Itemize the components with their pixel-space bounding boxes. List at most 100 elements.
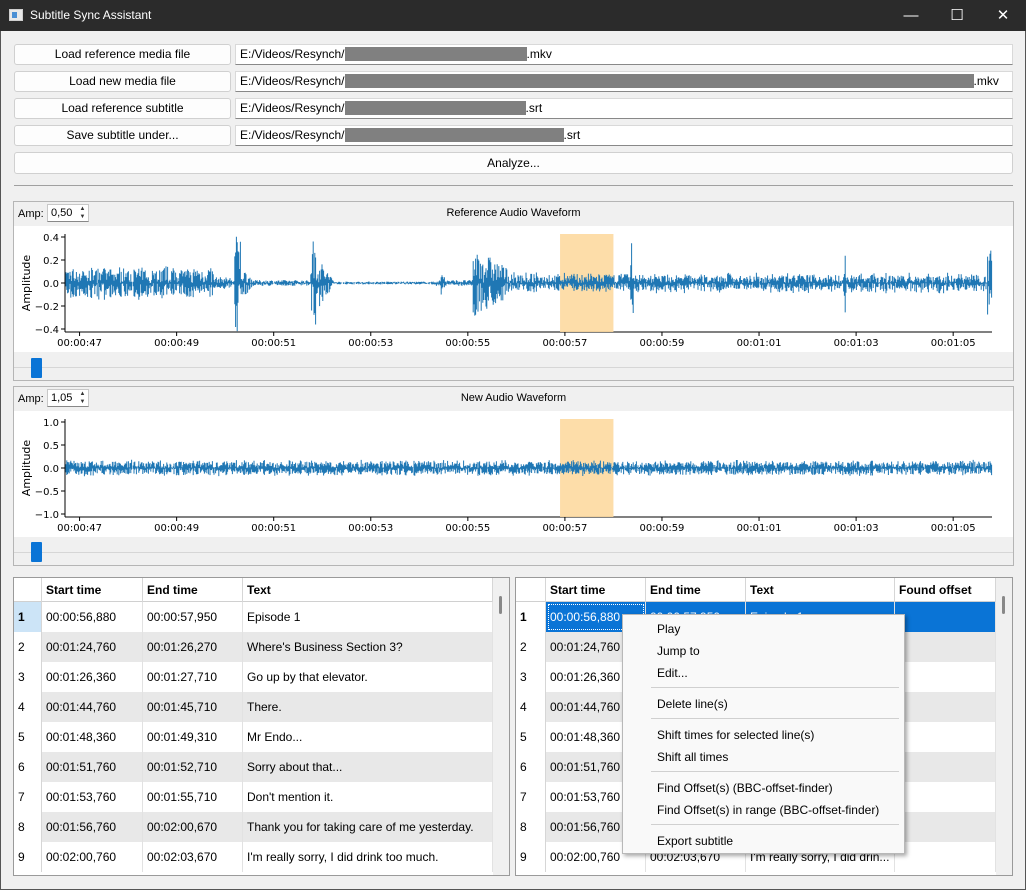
table-row[interactable]: 8 00:01:56,760 00:02:00,670 Thank you for t… xyxy=(14,812,493,842)
row-number[interactable]: 9 xyxy=(14,842,42,872)
cell-end-time[interactable]: 00:01:27,710 xyxy=(143,662,243,692)
row-number[interactable]: 5 xyxy=(516,722,546,752)
row-number[interactable]: 8 xyxy=(516,812,546,842)
menu-item-delete-lines[interactable]: Delete line(s) xyxy=(657,694,728,714)
menu-item-jump-to[interactable]: Jump to xyxy=(657,641,700,661)
scroll-thumb[interactable] xyxy=(31,542,42,562)
cell-end-time[interactable]: 00:02:03,670 xyxy=(143,842,243,872)
menu-item-play[interactable]: Play xyxy=(657,619,680,639)
menu-item-export[interactable]: Export subtitle xyxy=(657,831,733,851)
analyze-button[interactable]: Analyze... xyxy=(14,152,1013,174)
load-new-media-button[interactable]: Load new media file xyxy=(14,71,231,92)
row-number[interactable]: 6 xyxy=(14,752,42,782)
row-number[interactable]: 2 xyxy=(516,632,546,662)
table-vertical-scrollbar[interactable] xyxy=(996,578,1012,875)
row-number[interactable]: 1 xyxy=(516,602,546,632)
reference-waveform-plot[interactable]: 0.4 0.2 0.0 −0.2 −0.4 00:00:47 00:00:49 00:00:5… xyxy=(14,226,1013,352)
reference-subtitle-table[interactable]: Start time End time Text 1 00:00:56,880 00… xyxy=(13,577,510,876)
cell-found-offset[interactable] xyxy=(895,692,996,722)
cell-end-time[interactable]: 00:01:45,710 xyxy=(143,692,243,722)
close-button[interactable]: ✕ xyxy=(980,0,1026,31)
cell-start-time[interactable]: 00:00:56,880 xyxy=(42,602,143,632)
table-row[interactable]: 2 00:01:24,760 00:01:26,270 Where's Busines… xyxy=(14,632,493,662)
column-header-start[interactable]: Start time xyxy=(42,578,143,602)
row-number[interactable]: 4 xyxy=(14,692,42,722)
cell-found-offset[interactable] xyxy=(895,722,996,752)
reference-subtitle-path-field[interactable]: E:/Videos/Resynch/ .srt xyxy=(235,98,1013,119)
cell-text[interactable]: There. xyxy=(243,692,493,722)
column-header-offset[interactable]: Found offset xyxy=(895,578,996,602)
menu-item-find-offsets-range[interactable]: Find Offset(s) in range (BBC-offset-find… xyxy=(657,800,879,820)
cell-found-offset[interactable] xyxy=(895,752,996,782)
reference-media-path-field[interactable]: E:/Videos/Resynch/ .mkv xyxy=(235,44,1013,65)
cell-text[interactable]: Thank you for taking care of me yesterda… xyxy=(243,812,493,842)
save-subtitle-path-field[interactable]: E:/Videos/Resynch/ .srt xyxy=(235,125,1013,146)
cell-found-offset[interactable] xyxy=(895,782,996,812)
row-number[interactable]: 7 xyxy=(516,782,546,812)
reference-waveform-scrollbar[interactable] xyxy=(14,352,1013,380)
scroll-thumb[interactable] xyxy=(499,596,502,614)
menu-item-shift-all[interactable]: Shift all times xyxy=(657,747,728,767)
new-media-path-field[interactable]: E:/Videos/Resynch/ .mkv xyxy=(235,71,1013,92)
menu-item-shift-selected[interactable]: Shift times for selected line(s) xyxy=(657,725,814,745)
cell-start-time[interactable]: 00:01:26,360 xyxy=(42,662,143,692)
cell-text[interactable]: Go up by that elevator. xyxy=(243,662,493,692)
cell-found-offset[interactable] xyxy=(895,842,996,872)
cell-text[interactable]: Where's Business Section 3? xyxy=(243,632,493,662)
table-row[interactable]: 3 00:01:26,360 00:01:27,710 Go up by that e… xyxy=(14,662,493,692)
cell-start-time[interactable]: 00:02:00,760 xyxy=(42,842,143,872)
scroll-thumb[interactable] xyxy=(1002,596,1005,614)
row-number[interactable]: 7 xyxy=(14,782,42,812)
row-number[interactable]: 3 xyxy=(14,662,42,692)
maximize-button[interactable]: ☐ xyxy=(934,0,980,31)
row-number[interactable]: 2 xyxy=(14,632,42,662)
column-header-end[interactable]: End time xyxy=(143,578,243,602)
table-row[interactable]: 100:00:56,88000:00:57,950Episode 1 xyxy=(14,602,493,632)
column-header-start[interactable]: Start time xyxy=(546,578,646,602)
table-row[interactable]: 6 00:01:51,760 00:01:52,710 Sorry about tha… xyxy=(14,752,493,782)
cell-end-time[interactable]: 00:01:55,710 xyxy=(143,782,243,812)
cell-start-time[interactable]: 00:01:51,760 xyxy=(42,752,143,782)
row-number[interactable]: 8 xyxy=(14,812,42,842)
load-reference-subtitle-button[interactable]: Load reference subtitle xyxy=(14,98,231,119)
save-subtitle-button[interactable]: Save subtitle under... xyxy=(14,125,231,146)
menu-item-edit[interactable]: Edit... xyxy=(657,663,688,683)
cell-text[interactable]: Episode 1 xyxy=(243,602,493,632)
cell-end-time[interactable]: 00:01:49,310 xyxy=(143,722,243,752)
menu-item-find-offsets[interactable]: Find Offset(s) (BBC-offset-finder) xyxy=(657,778,833,798)
cell-start-time[interactable]: 00:01:44,760 xyxy=(42,692,143,722)
cell-found-offset[interactable] xyxy=(895,662,996,692)
cell-start-time[interactable]: 00:01:56,760 xyxy=(42,812,143,842)
cell-text[interactable]: Sorry about that... xyxy=(243,752,493,782)
cell-found-offset[interactable] xyxy=(895,812,996,842)
row-number[interactable]: 5 xyxy=(14,722,42,752)
new-waveform-scrollbar[interactable] xyxy=(14,537,1013,565)
row-number[interactable]: 4 xyxy=(516,692,546,722)
cell-end-time[interactable]: 00:02:00,670 xyxy=(143,812,243,842)
row-number[interactable]: 9 xyxy=(516,842,546,872)
table-row[interactable]: 7 00:01:53,760 00:01:55,710 Don't mention i… xyxy=(14,782,493,812)
cell-text[interactable]: Mr Endo... xyxy=(243,722,493,752)
table-row[interactable]: 4 00:01:44,760 00:01:45,710 There. xyxy=(14,692,493,722)
cell-found-offset[interactable] xyxy=(895,602,996,632)
column-header-text[interactable]: Text xyxy=(746,578,895,602)
minimize-button[interactable]: — xyxy=(888,0,934,31)
cell-start-time[interactable]: 00:01:53,760 xyxy=(42,782,143,812)
cell-found-offset[interactable] xyxy=(895,632,996,662)
table-row[interactable]: 5 00:01:48,360 00:01:49,310 Mr Endo... xyxy=(14,722,493,752)
table-row[interactable]: 9 00:02:00,760 00:02:03,670 I'm really sorr… xyxy=(14,842,493,872)
cell-end-time[interactable]: 00:01:26,270 xyxy=(143,632,243,662)
cell-end-time[interactable]: 00:00:57,950 xyxy=(143,602,243,632)
column-header-text[interactable]: Text xyxy=(243,578,493,602)
row-number[interactable]: 6 xyxy=(516,752,546,782)
row-number[interactable]: 1 xyxy=(14,602,42,632)
cell-start-time[interactable]: 00:01:24,760 xyxy=(42,632,143,662)
scroll-thumb[interactable] xyxy=(31,358,42,378)
cell-start-time[interactable]: 00:01:48,360 xyxy=(42,722,143,752)
cell-end-time[interactable]: 00:01:52,710 xyxy=(143,752,243,782)
cell-text[interactable]: Don't mention it. xyxy=(243,782,493,812)
table-vertical-scrollbar[interactable] xyxy=(493,578,509,875)
cell-text[interactable]: I'm really sorry, I did drink too much. xyxy=(243,842,493,872)
row-number[interactable]: 3 xyxy=(516,662,546,692)
new-waveform-plot[interactable]: 1.0 0.5 0.0 −0.5 −1.0 00:00:47 00:00:49 00:00:5… xyxy=(14,411,1013,537)
